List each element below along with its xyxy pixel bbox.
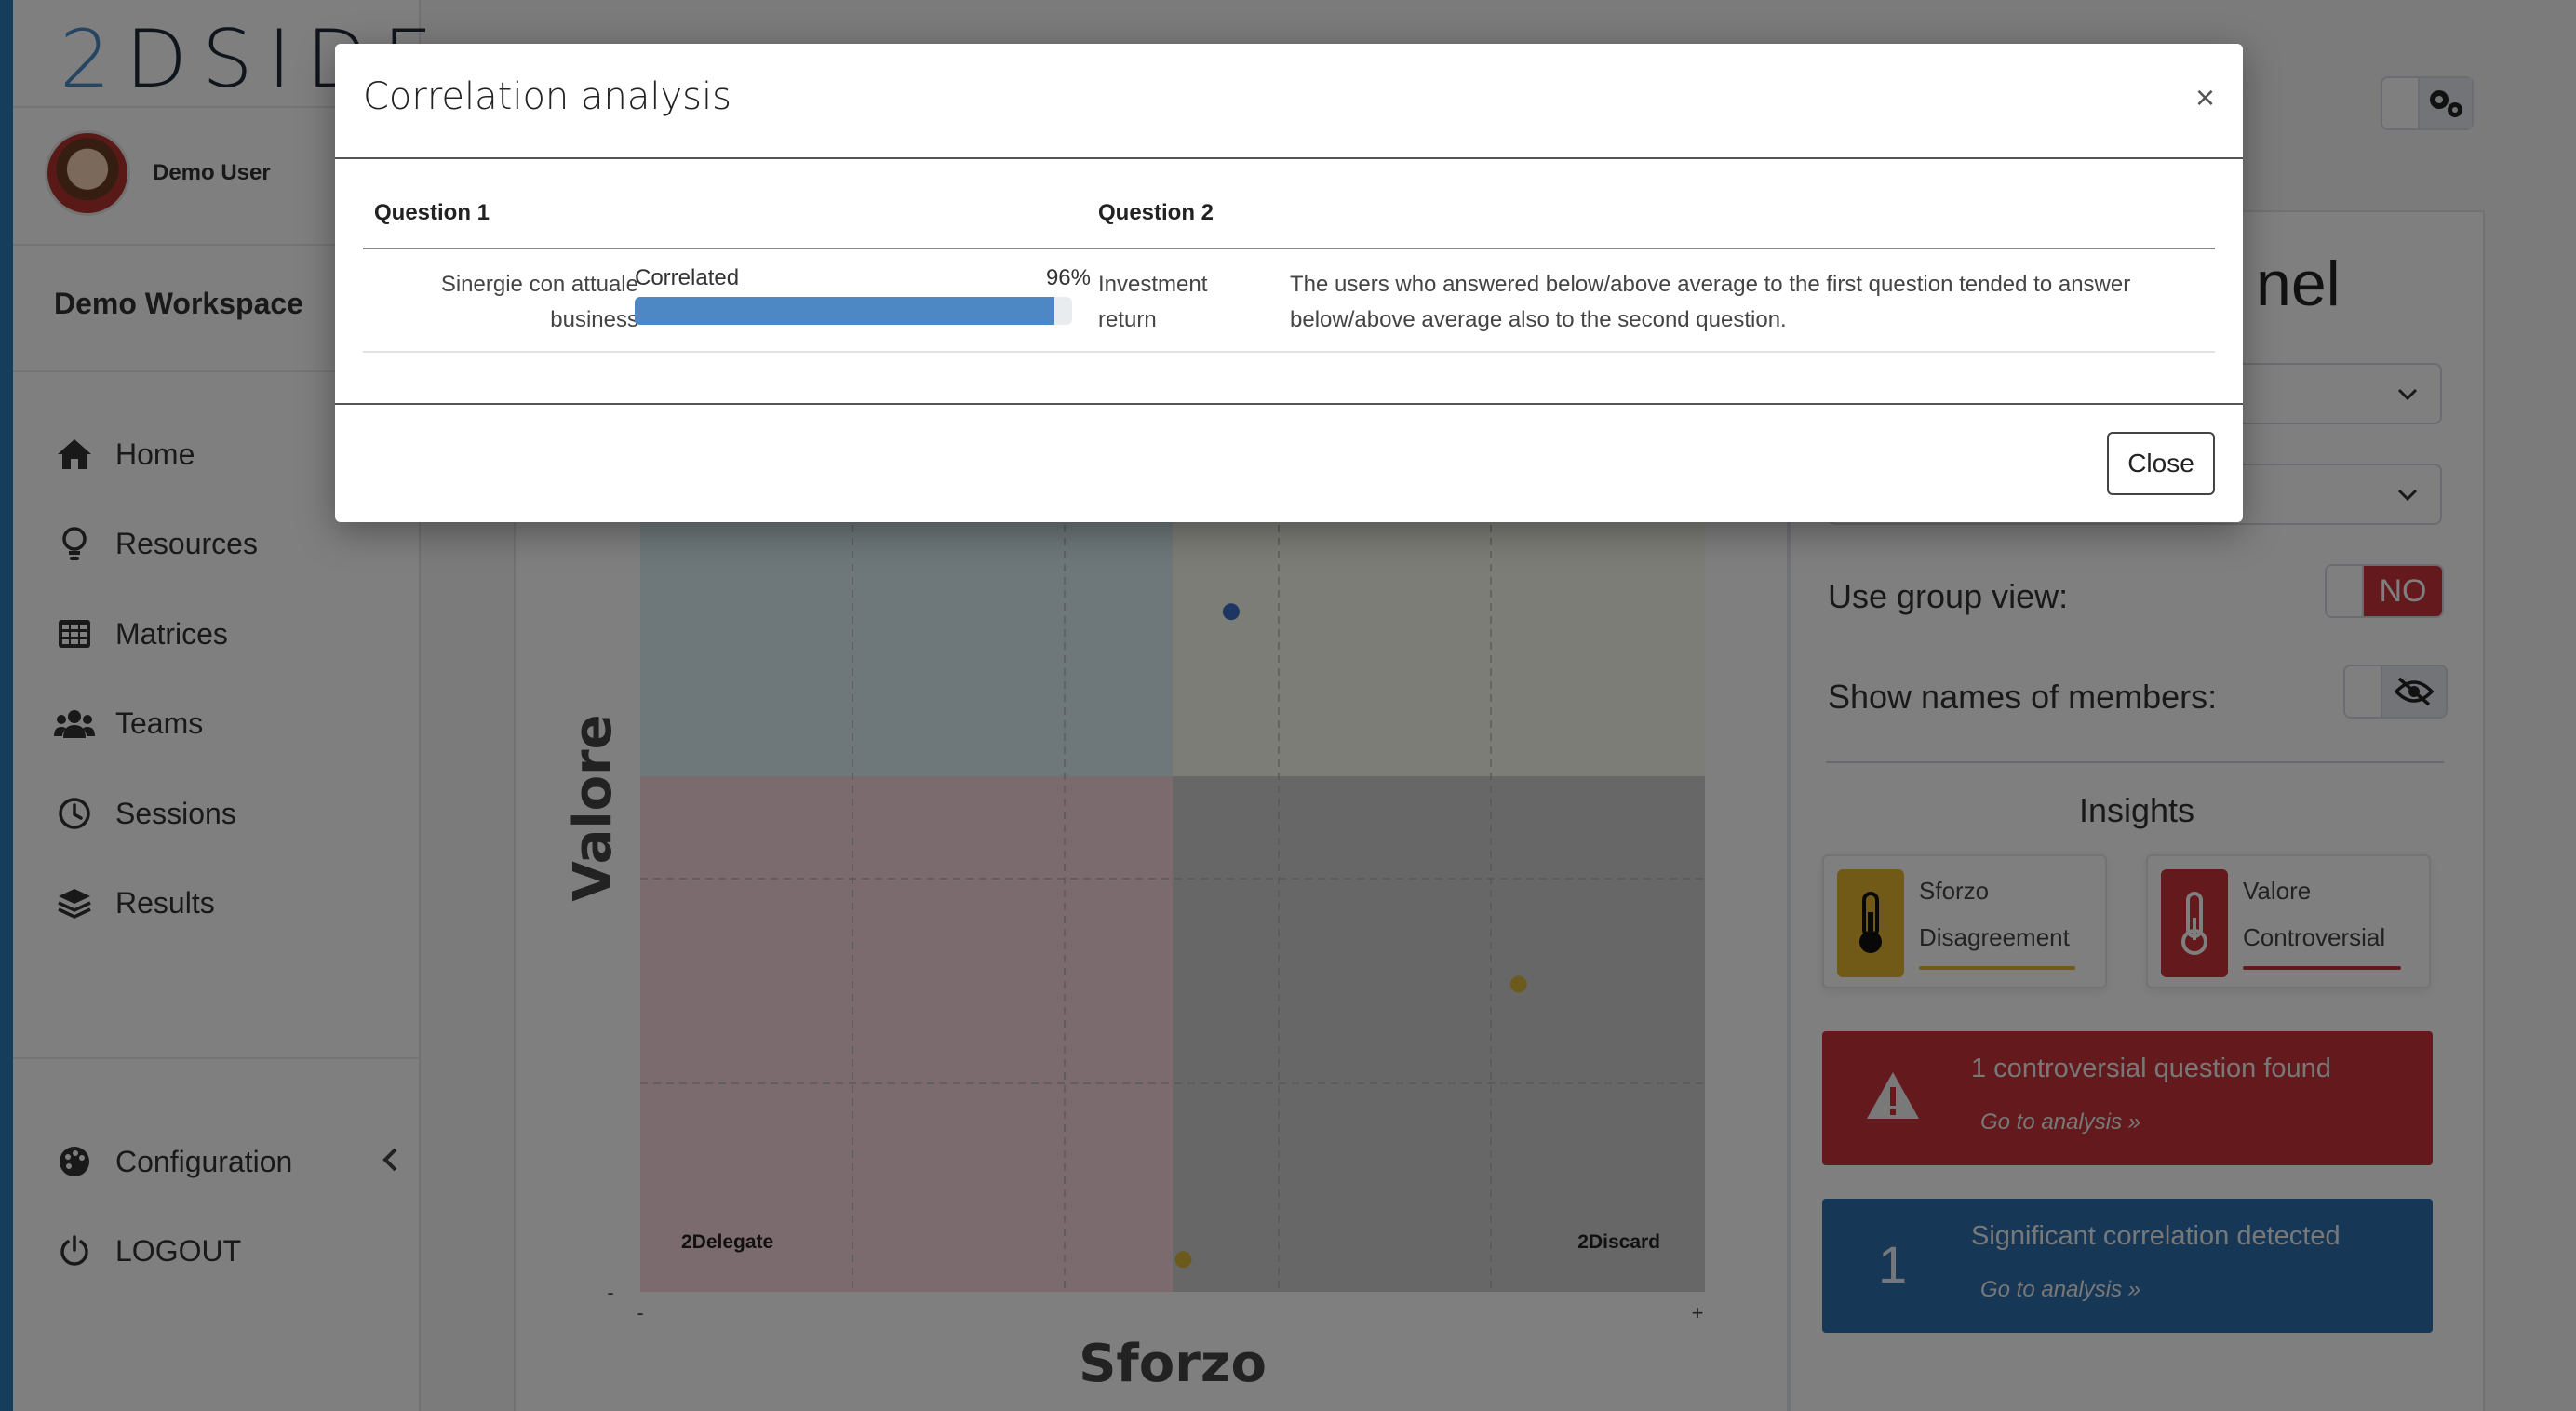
correlation-description: The users who answered below/above avera… [1290, 272, 2131, 332]
correlation-percent: 96% [1045, 265, 1091, 290]
table-header-divider [363, 248, 2215, 249]
close-icon[interactable]: × [2195, 81, 2215, 114]
question1-cell: Sinergie con attuale business [440, 272, 638, 332]
modal-header-divider [335, 157, 2243, 159]
modal-title: Correlation analysis [363, 75, 731, 118]
table-row-divider [363, 351, 2215, 353]
correlation-progress-bar [635, 297, 1072, 325]
column-header-question1: Question 1 [374, 200, 490, 225]
question2-cell: Investment return [1098, 272, 1208, 332]
correlation-modal: Correlation analysis × Question 1 Questi… [335, 44, 2243, 522]
correlation-label: Correlated [635, 265, 740, 290]
column-header-question2: Question 2 [1098, 200, 1214, 225]
modal-footer-divider [335, 403, 2243, 405]
close-button[interactable]: Close [2107, 432, 2215, 495]
correlation-progress-fill [635, 297, 1055, 325]
